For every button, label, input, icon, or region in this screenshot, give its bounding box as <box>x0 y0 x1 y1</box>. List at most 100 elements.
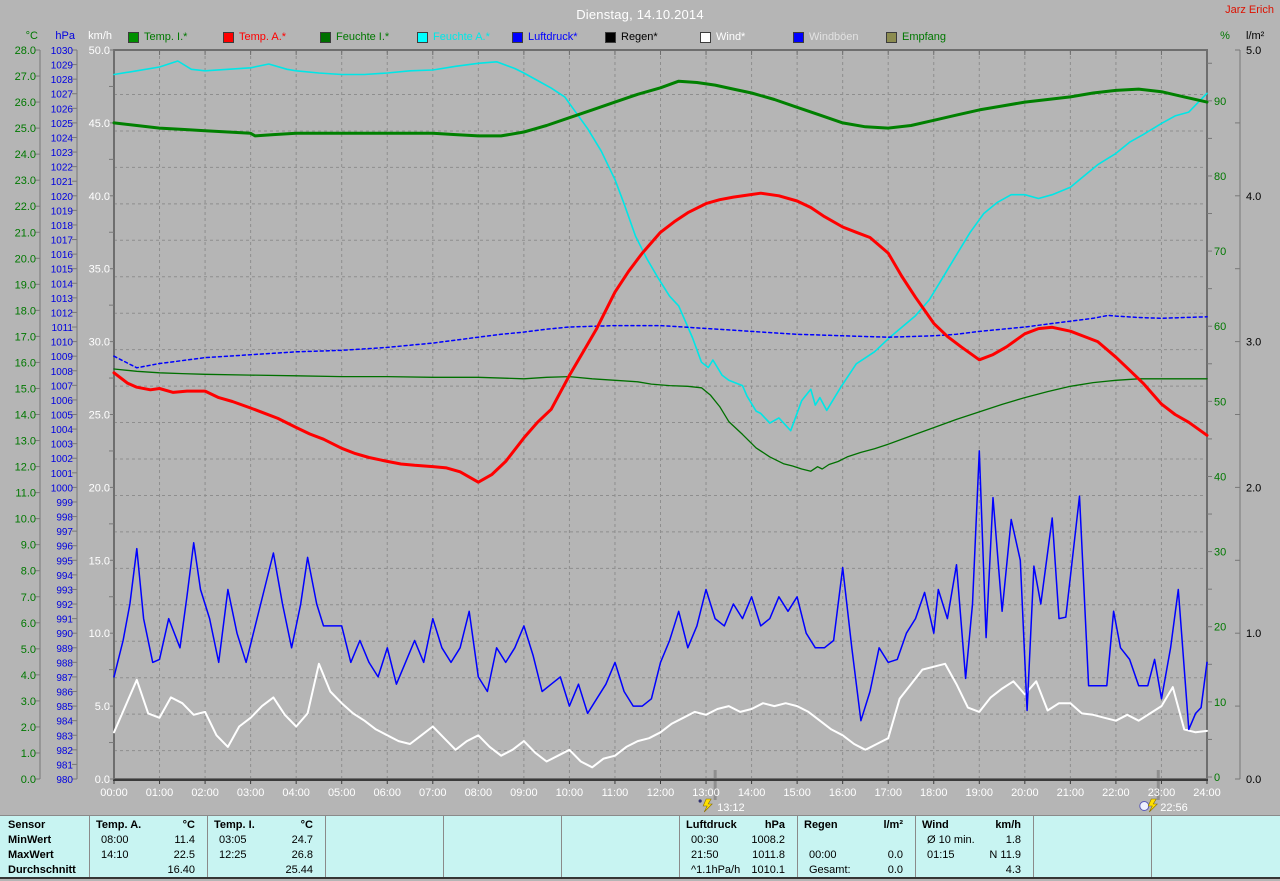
x-tick-label: 06:00 <box>373 787 401 799</box>
hpa-tick-label: 980 <box>56 775 73 786</box>
hpa-tick-label: 1011 <box>51 323 73 334</box>
temp-tick-label: 11.0 <box>15 488 36 500</box>
hpa-tick-label: 989 <box>56 644 73 655</box>
x-tick-label: 03:00 <box>237 787 265 799</box>
temp-tick-label: 3.0 <box>21 696 36 708</box>
hpa-tick-label: 981 <box>56 760 73 771</box>
x-tick-label: 24:00 <box>1193 787 1221 799</box>
x-tick-label: 07:00 <box>419 787 447 799</box>
temp-tick-label: 14.0 <box>15 410 36 422</box>
temp-tick-label: 13.0 <box>15 436 36 448</box>
cell-value: 1008.2 <box>751 834 785 846</box>
hpa-tick-label: 1004 <box>51 425 74 436</box>
temp-tick-label: 23.0 <box>15 175 36 187</box>
pct-tick-label: 10 <box>1214 697 1226 709</box>
hpa-tick-label: 1030 <box>51 46 74 57</box>
cell-value: 1010.1 <box>751 864 785 876</box>
weather-chart: 00:00 01:00 02:00 03:00 04:00 05:00 06:00 07:00… <box>15 45 1262 814</box>
kmh-tick-label: 50.0 <box>89 45 110 57</box>
moon-icon <box>1139 801 1150 811</box>
cell-value: 0.0 <box>887 849 903 861</box>
temp-tick-label: 28.0 <box>15 45 36 57</box>
table-divider <box>797 816 798 878</box>
event-time-label: 22:56 <box>1160 802 1188 814</box>
temp-tick-label: 5.0 <box>21 644 36 656</box>
hpa-tick-label: 1023 <box>51 148 74 159</box>
kmh-tick-label: 15.0 <box>89 555 110 567</box>
lm2-tick-label: 4.0 <box>1246 191 1261 203</box>
hpa-tick-label: 1016 <box>51 250 74 261</box>
kmh-tick-label: 10.0 <box>89 628 110 640</box>
table-divider <box>443 816 444 878</box>
hpa-tick-label: 990 <box>56 629 73 640</box>
hpa-tick-label: 1015 <box>51 265 74 276</box>
cell-value: N 11.9 <box>989 849 1021 861</box>
table-divider <box>915 816 916 878</box>
lm2-tick-label: 5.0 <box>1246 45 1261 57</box>
x-tick-label: 02:00 <box>191 787 219 799</box>
hpa-tick-label: 1012 <box>51 308 74 319</box>
stats-table: Sensor MinWert MaxWert Durchschnitt Temp. A.… <box>0 815 1280 878</box>
weather-app-window: Dienstag, 14.10.2014 Jarz Erich °C hPa k… <box>0 0 1280 881</box>
kmh-tick-label: 25.0 <box>89 410 110 422</box>
lightning-icon <box>702 798 713 813</box>
cell-value: 25.44 <box>285 864 313 876</box>
hpa-tick-label: 996 <box>56 542 73 553</box>
pct-tick-label: 0 <box>1214 772 1220 784</box>
temp-tick-label: 22.0 <box>15 201 36 213</box>
hpa-tick-label: 1006 <box>51 396 74 407</box>
pct-tick-label: 80 <box>1214 171 1226 183</box>
row-label: MinWert <box>8 834 52 846</box>
hpa-tick-label: 1003 <box>51 440 74 451</box>
x-tick-label: 18:00 <box>920 787 948 799</box>
table-header-sensor: Sensor <box>8 819 46 831</box>
x-tick-label: 16:00 <box>829 787 857 799</box>
hpa-tick-label: 1021 <box>51 177 74 188</box>
hpa-tick-label: 1001 <box>51 469 74 480</box>
cell-value: 4.3 <box>1005 864 1021 876</box>
table-divider <box>1151 816 1152 878</box>
hpa-tick-label: 1024 <box>51 133 74 144</box>
hpa-tick-label: 988 <box>56 658 73 669</box>
temp-tick-label: 12.0 <box>15 462 36 474</box>
hpa-tick-label: 1000 <box>51 483 74 494</box>
series-luftdruck <box>113 314 1208 369</box>
pct-tick-label: 20 <box>1214 622 1226 634</box>
hpa-tick-label: 1007 <box>51 381 74 392</box>
temp-tick-label: 10.0 <box>15 514 36 526</box>
lm2-tick-label: 3.0 <box>1246 337 1261 349</box>
x-tick-label: 15:00 <box>783 787 811 799</box>
temp-tick-label: 9.0 <box>21 540 36 552</box>
col-unit: hPa <box>764 819 785 831</box>
pct-tick-label: 50 <box>1214 396 1226 408</box>
temp-tick-label: 27.0 <box>15 71 36 83</box>
hpa-tick-label: 999 <box>56 498 73 509</box>
temp-tick-label: 6.0 <box>21 618 36 630</box>
temp-tick-label: 16.0 <box>15 357 36 369</box>
hpa-tick-label: 1010 <box>51 338 74 349</box>
table-bottom-divider <box>0 877 1280 879</box>
hpa-tick-label: 1014 <box>51 279 74 290</box>
cell-value: 26.8 <box>291 849 313 861</box>
pct-tick-label: 40 <box>1214 471 1226 483</box>
hpa-tick-label: 992 <box>56 600 73 611</box>
hpa-tick-label: 1027 <box>51 90 74 101</box>
kmh-tick-label: 45.0 <box>89 118 110 130</box>
temp-tick-label: 24.0 <box>15 149 36 161</box>
hpa-tick-label: 986 <box>56 688 73 699</box>
x-tick-label: 23:00 <box>1148 787 1176 799</box>
col-unit: km/h <box>995 819 1021 831</box>
hpa-tick-label: 1018 <box>51 221 74 232</box>
kmh-tick-label: 5.0 <box>95 701 110 713</box>
hpa-tick-label: 1005 <box>51 411 74 422</box>
x-tick-label: 11:00 <box>602 787 629 799</box>
hpa-tick-label: 983 <box>56 731 73 742</box>
temp-tick-label: 25.0 <box>15 123 36 135</box>
hpa-tick-label: 1008 <box>51 367 74 378</box>
x-tick-label: 19:00 <box>966 787 994 799</box>
temp-tick-label: 15.0 <box>15 383 36 395</box>
hpa-tick-label: 1009 <box>51 352 74 363</box>
hpa-tick-label: 982 <box>56 746 73 757</box>
lm2-tick-label: 1.0 <box>1246 628 1261 640</box>
hpa-tick-label: 1022 <box>51 163 74 174</box>
